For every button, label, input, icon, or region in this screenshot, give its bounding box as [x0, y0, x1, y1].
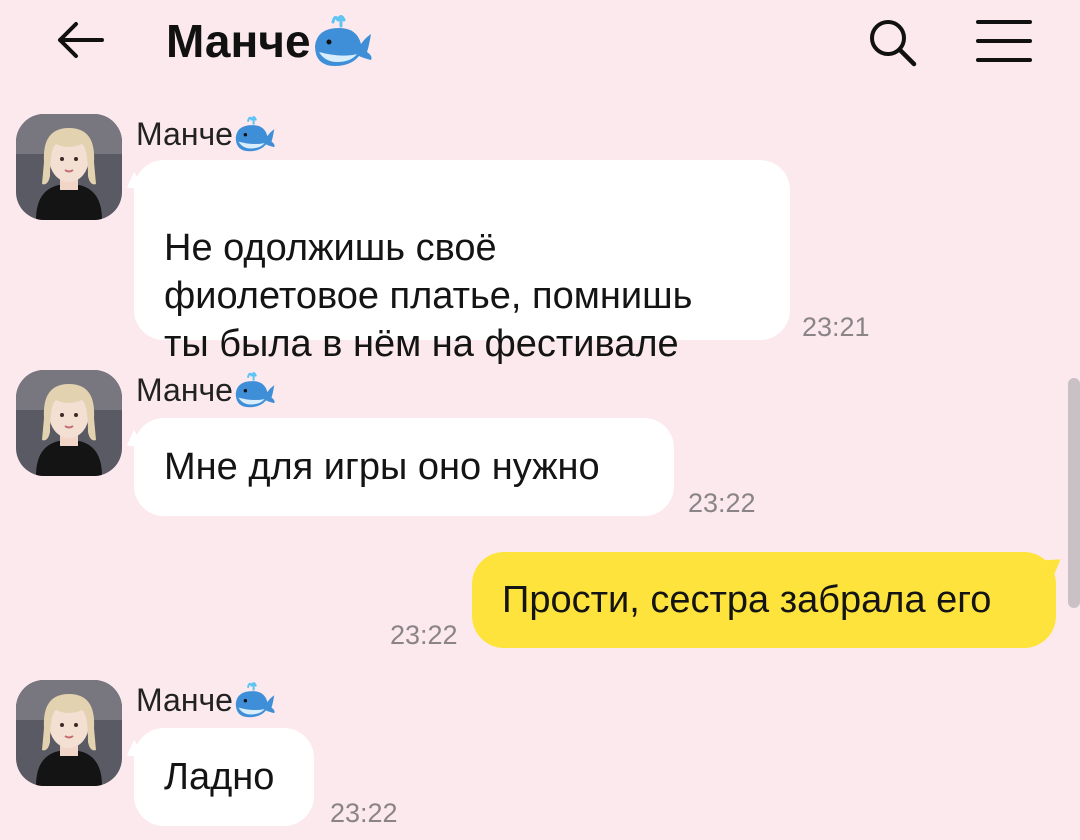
- message-time: 23:22: [390, 620, 458, 650]
- sender-name: Манче: [136, 114, 277, 154]
- whale-emoji-icon: [235, 682, 275, 718]
- message-time: 23:21: [802, 312, 870, 342]
- search-icon: [870, 20, 917, 67]
- avatar[interactable]: [16, 114, 122, 220]
- whale-emoji-icon: [235, 116, 275, 152]
- message-text: Мне для игры оно нужно: [164, 446, 600, 488]
- message-time: 23:22: [688, 488, 756, 518]
- message-bubble[interactable]: Ладно: [134, 728, 314, 826]
- message-text: Ладно: [164, 756, 275, 798]
- menu-button[interactable]: [974, 18, 1034, 64]
- back-button[interactable]: [52, 18, 108, 62]
- sender-name-text: Манче: [136, 116, 233, 152]
- sender-name: Манче: [136, 370, 277, 410]
- message-bubble[interactable]: Мне для игры оно нужно: [134, 418, 674, 516]
- chat-header: Манче: [0, 0, 1080, 90]
- sender-name-text: Манче: [136, 682, 233, 718]
- avatar[interactable]: [16, 370, 122, 476]
- avatar[interactable]: [16, 680, 122, 786]
- hamburger-menu-icon: [976, 20, 1032, 62]
- search-button[interactable]: [866, 16, 920, 70]
- arrow-left-icon: [58, 22, 104, 58]
- whale-emoji-icon: [314, 15, 372, 66]
- scrollbar[interactable]: [1068, 378, 1080, 608]
- whale-emoji-icon: [235, 372, 275, 408]
- message-text: Прости, сестра забрала его: [502, 579, 992, 621]
- message-bubble[interactable]: Прости, сестра забрала его: [472, 552, 1056, 648]
- chat-title-text: Манче: [166, 15, 311, 67]
- chat-title: Манче: [166, 12, 375, 70]
- message-bubble[interactable]: Не одолжишь своё фиолетовое платье, помн…: [134, 160, 790, 365]
- message-text: Не одолжишь своё фиолетовое платье, помн…: [164, 227, 693, 365]
- sender-name-text: Манче: [136, 372, 233, 408]
- message-time: 23:22: [330, 798, 398, 828]
- sender-name: Манче: [136, 680, 277, 720]
